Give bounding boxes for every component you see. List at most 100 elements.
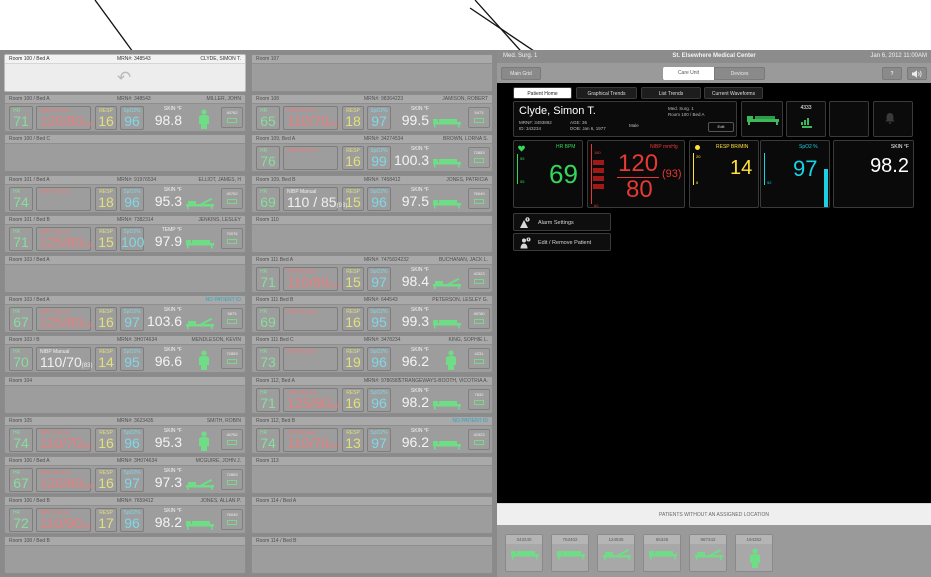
patient-tile[interactable]: Room 114 / Bed B (251, 536, 493, 575)
care-unit-segment[interactable]: Care Unit (663, 67, 714, 80)
tab-graphical-trends[interactable]: Graphical Trends (576, 87, 637, 99)
main-grid-button[interactable]: Main Grid (501, 67, 541, 80)
patient-tile[interactable]: Room 100 / Bed A MRN#: 348543 MILLER, JOHN… (4, 94, 246, 133)
resp-cell: RESP 16 (95, 106, 117, 131)
patient-tile[interactable]: Room 109, Bed A MRN#: 34274534 BROWN, LORN… (251, 134, 493, 173)
hr-cell-value: 73 (260, 354, 276, 371)
spo2-vital-box[interactable]: SpO2 % 92 97 (760, 140, 830, 208)
patient-tile[interactable]: Room 111 Bed C MRN#: 3478234 KING, SOPHIE … (251, 335, 493, 374)
temp-cell-value: 96.2 (401, 353, 429, 370)
skin-temp-vital-box[interactable]: SKIN °F 98.2 (833, 140, 914, 208)
battery-icon (227, 118, 237, 124)
unassigned-patient-card[interactable]: 987342 (689, 534, 727, 572)
patient-tile[interactable]: Room 107 (251, 54, 493, 92)
hr-cell: HR 67 (9, 468, 33, 492)
sound-button[interactable] (907, 67, 927, 80)
patient-tile[interactable]: Room 106 / Bed A MRN#: 3H074634 MCGUIRE, J… (4, 456, 246, 494)
tile-header: Room 111 Bed B MRN#: 644543 PETERSON, LESL… (252, 296, 492, 306)
patient-tile[interactable]: Room 101 / Bed A MRN#: 91976534 ELLIOT, JA… (4, 174, 246, 213)
patient-name: Clyde, Simon T. (519, 105, 596, 117)
unassigned-patient-card[interactable]: 343240 (505, 534, 543, 572)
patient-tile[interactable]: Room 110 (251, 214, 493, 253)
patient-tile[interactable]: Room 106 / Bed B MRN#: 7659412 JONES, ALLA… (4, 496, 246, 535)
nibp-cell-label: NIBP Manual (287, 309, 317, 316)
help-button[interactable]: ? (882, 67, 902, 80)
hr-cell-value: 71 (260, 274, 276, 290)
tile-header: Room 110 (252, 215, 492, 225)
patient-tile[interactable]: Room 111 Bed B MRN#: 644543 PETERSON, LESL… (251, 295, 493, 334)
telemetry-id: 4333 (800, 105, 812, 111)
unassigned-patient-card[interactable]: 65345 (643, 534, 681, 572)
hr-cell-value: 69 (260, 314, 276, 331)
patient-tile[interactable]: Room 100 / Bed A MRN#: 348543 CLYDE, SIMON… (4, 54, 246, 92)
bed-icon (186, 239, 214, 249)
room-label: Room 103 / B (9, 337, 40, 344)
nibp-scale-line (591, 144, 592, 204)
patient-tile[interactable]: Room 112, Bed A MRN#: 9786587 STRANGEWAYS-… (251, 375, 493, 414)
nibp-scale-low: 60 (594, 203, 599, 208)
inclined-bed-icon (186, 318, 214, 330)
nibp-cell-label: NIBP Manual (40, 188, 70, 195)
patient-tile[interactable]: Room 105 MRN#: 3623435 SMITH, ROBIN HR 74 NIB… (4, 415, 246, 454)
battery-icon (227, 480, 237, 485)
tab-list-trends[interactable]: List Trends (641, 87, 701, 99)
edit-patient-button[interactable]: Edit (708, 122, 734, 132)
patient-tile[interactable]: Room 101 / Bed B MRN#: 7382314 JENKINS, LE… (4, 214, 246, 253)
patient-tile[interactable]: Room 108 / Bed B (4, 536, 246, 575)
patient-tile[interactable]: Room 103 / B MRN#: 3H074634 MENDLESON, KEV… (4, 335, 246, 374)
unassigned-patient-card[interactable]: 194352 (735, 534, 773, 572)
hr-cell-value: 74 (260, 434, 276, 451)
unassigned-patient-card[interactable]: 124535 (597, 534, 635, 572)
patient-tile[interactable]: Room 114 / Bed A (251, 496, 493, 535)
tab-patient-home[interactable]: Patient Home (513, 87, 572, 99)
patient-tile[interactable]: Room 103 / Bed A (4, 255, 246, 293)
telemetry-badge: 40762 (221, 187, 243, 209)
hr-cell: HR 69 (256, 186, 280, 211)
alarm-settings-button[interactable]: Alarm Settings (513, 213, 611, 231)
speaker-icon (912, 70, 922, 78)
patient-name-label: KING, SOPHIE L. (448, 337, 488, 344)
hr-cell: HR 71 (256, 387, 280, 412)
nibp-cell: NIBP Manual 125/80(95) (36, 226, 94, 251)
resp-vital-box[interactable]: RESP BR/MIN 20 8 14 (689, 140, 759, 208)
patient-tile[interactable]: Room 100 / Bed C (4, 134, 246, 173)
patient-tile[interactable]: Room 109, Bed B MRN#: 7458412 JONES, PATRI… (251, 174, 493, 213)
devices-segment[interactable]: Devices (714, 67, 765, 80)
hr-vital-box[interactable]: HR BPM 55 55 69 (513, 140, 583, 208)
patient-tile[interactable]: Room 108 MRN#: 98364223 JAMISON, ROBERT HR 6… (251, 94, 493, 133)
patient-tile[interactable]: Room 103 / Bed A NO PATIENT ID HR 67 NIBP Ma… (4, 295, 246, 334)
edit-remove-patient-button[interactable]: Edit / Remove Patient (513, 233, 611, 251)
patient-name-label: JONES, PATRICIA (446, 176, 488, 183)
telemetry-badge-id: 72853 (473, 150, 485, 156)
tile-header: Room 112, Bed B NO PATIENT ID (252, 416, 492, 426)
nibp-vital-box[interactable]: NIBP mmHg 180 60 120 80 (93) (587, 140, 685, 208)
resp-cell: RESP 19 (342, 347, 364, 372)
bed-icon (433, 119, 461, 128)
patient-tile[interactable]: Room 112, Bed B NO PATIENT ID HR 74 NIBP Man… (251, 415, 493, 454)
tab-current-waveforms[interactable]: Current Waveforms (704, 87, 763, 99)
bed-icon-wrap (432, 397, 462, 410)
battery-icon (227, 520, 237, 526)
telemetry-badge: 72853 (468, 147, 490, 169)
spo2-cell: SpO2% 97 (120, 307, 144, 332)
empty-status-box (829, 101, 869, 137)
patient-name-label: STRANGEWAYS-BOOTH, VICOTRIA A. (398, 377, 488, 384)
telemetry-badge-id: 72853 (226, 472, 238, 477)
resp-cell-value: 18 (98, 193, 114, 210)
temp-cell-value: 96.2 (401, 433, 429, 450)
nibp-cell-value: 110 / 85(93) (287, 193, 348, 210)
resp-cell: RESP 17 (95, 508, 117, 533)
bed-icon (433, 159, 461, 168)
patient-tile[interactable]: Room 104 (4, 375, 246, 414)
spo2-cell-value: 97 (124, 314, 140, 331)
spo2-cell: SpO2% 97 (367, 267, 391, 291)
alarm-bell-box[interactable] (873, 101, 913, 137)
patient-tile[interactable]: Room 113 (251, 456, 493, 494)
room-label: Room 114 / Bed A (256, 498, 297, 505)
patient-tile[interactable]: Room 111 Bed A MRN#: 7475824232 BUCHANAN, … (251, 255, 493, 293)
bed-icon-wrap (432, 276, 462, 289)
unassigned-patient-card[interactable]: 763402 (551, 534, 589, 572)
resp-cell: RESP 16 (342, 387, 364, 412)
mrn-label: MRN#: 98364223 (364, 96, 404, 103)
tile-header: Room 114 / Bed A (252, 497, 492, 507)
